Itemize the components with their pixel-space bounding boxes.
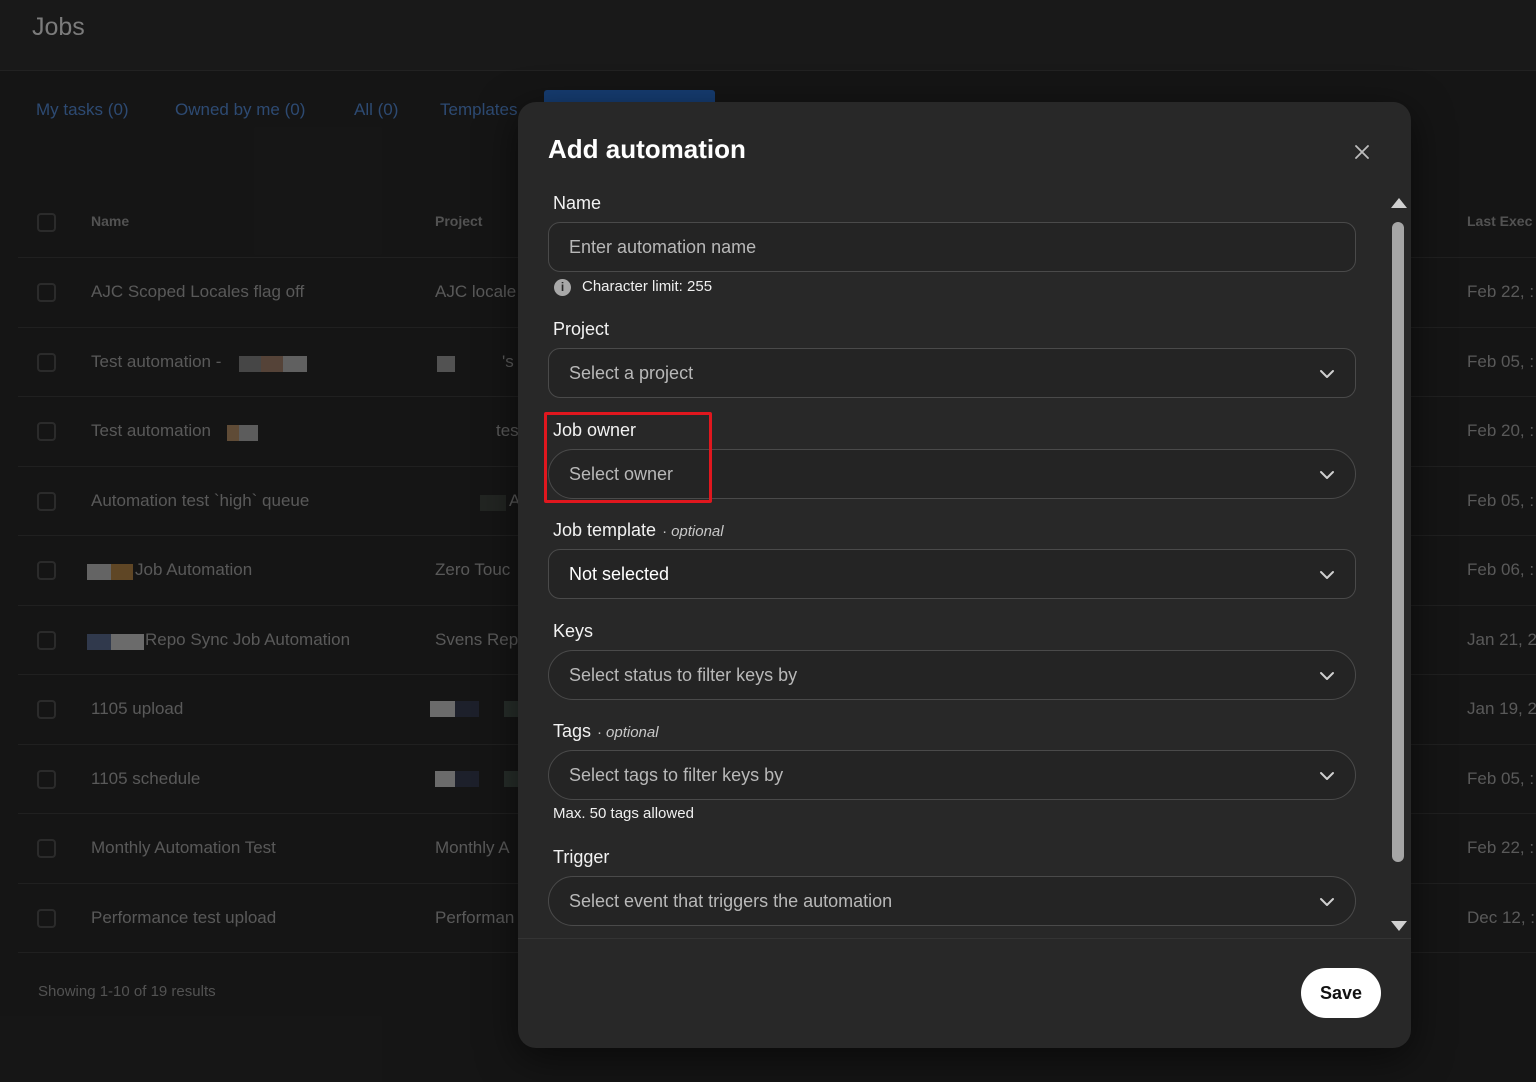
tags-limit-hint: Max. 50 tags allowed	[553, 805, 694, 822]
keys-select[interactable]: Select status to filter keys by	[548, 650, 1356, 700]
highlight-annotation	[544, 412, 712, 503]
chevron-down-icon	[1320, 772, 1334, 780]
close-icon[interactable]	[1350, 140, 1374, 164]
trigger-select[interactable]: Select event that triggers the automatio…	[548, 876, 1356, 926]
trigger-label: Trigger	[553, 847, 610, 867]
chevron-down-icon	[1320, 672, 1334, 680]
tags-label-text: Tags	[553, 721, 592, 741]
add-automation-dialog: Add automation Name Enter automation nam…	[518, 102, 1411, 1048]
separator-dot: ·	[662, 523, 668, 540]
scrollbar-thumb[interactable]	[1392, 222, 1404, 862]
footer-divider	[518, 938, 1411, 939]
chevron-down-icon	[1320, 571, 1334, 579]
scroll-down-arrow-icon[interactable]	[1391, 921, 1407, 931]
tags-label: Tags · optional	[553, 721, 659, 742]
chevron-down-icon	[1320, 898, 1334, 906]
job-template-value: Not selected	[569, 564, 670, 584]
optional-tag: optional	[606, 724, 659, 741]
save-button[interactable]: Save	[1301, 968, 1381, 1018]
optional-tag: optional	[671, 523, 724, 540]
project-select-placeholder: Select a project	[569, 363, 694, 383]
job-template-label-text: Job template	[553, 520, 657, 540]
scroll-up-arrow-icon[interactable]	[1391, 198, 1407, 208]
keys-select-placeholder: Select status to filter keys by	[569, 665, 798, 685]
info-icon: i	[554, 279, 571, 296]
separator-dot: ·	[597, 724, 603, 741]
automation-name-placeholder: Enter automation name	[569, 237, 757, 257]
project-label: Project	[553, 319, 610, 339]
automation-name-input[interactable]: Enter automation name	[548, 222, 1356, 272]
tags-select-placeholder: Select tags to filter keys by	[569, 765, 784, 785]
tags-select[interactable]: Select tags to filter keys by	[548, 750, 1356, 800]
chevron-down-icon	[1320, 471, 1334, 479]
dialog-title: Add automation	[548, 134, 746, 164]
trigger-select-placeholder: Select event that triggers the automatio…	[569, 891, 893, 911]
job-template-select[interactable]: Not selected	[548, 549, 1356, 599]
name-label: Name	[553, 193, 602, 213]
project-select[interactable]: Select a project	[548, 348, 1356, 398]
job-template-label: Job template · optional	[553, 520, 724, 541]
keys-label: Keys	[553, 621, 594, 641]
chevron-down-icon	[1320, 370, 1334, 378]
character-limit-hint: Character limit: 255	[582, 278, 713, 295]
